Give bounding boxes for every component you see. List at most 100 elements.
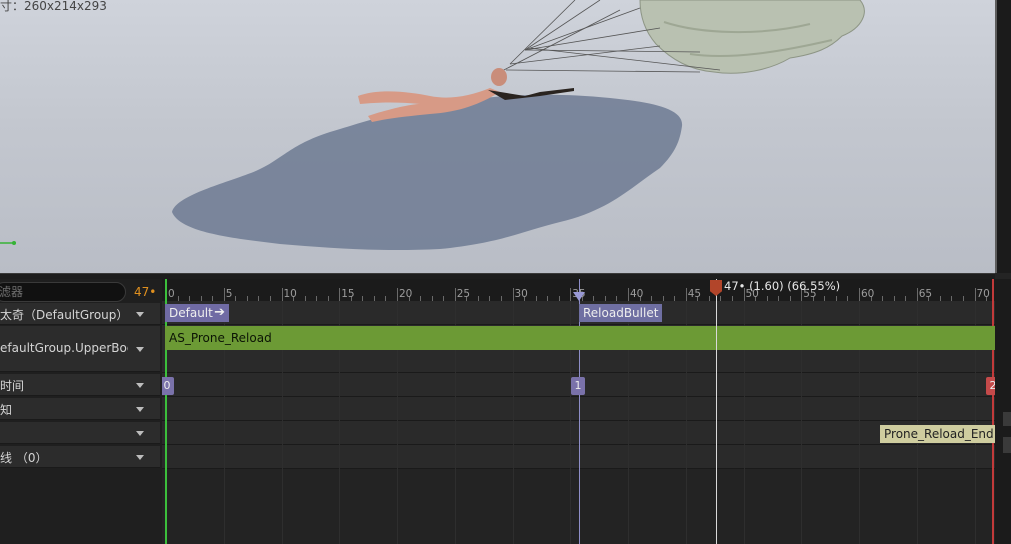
ruler-tick bbox=[628, 288, 629, 301]
ruler-tick-label: 70 bbox=[976, 288, 990, 300]
ruler-tick bbox=[431, 296, 433, 301]
ruler-tick bbox=[362, 296, 364, 301]
timeline-area[interactable]: 0510152025303540455055606570 Default ➔ R… bbox=[162, 279, 995, 544]
track-label: 时间 bbox=[0, 379, 25, 393]
ruler-tick bbox=[778, 296, 780, 301]
ruler-tick-label: 40 bbox=[630, 288, 644, 300]
chevron-down-icon[interactable] bbox=[136, 407, 144, 412]
track-label: 太奇（DefaultGroup） bbox=[0, 308, 128, 322]
track-label: efaultGroup.UpperBody bbox=[0, 341, 128, 355]
chevron-down-icon[interactable] bbox=[136, 312, 144, 317]
ruler-tick bbox=[327, 296, 329, 301]
ruler-tick bbox=[316, 296, 318, 301]
ruler-tick bbox=[708, 296, 710, 301]
ruler-tick bbox=[674, 296, 676, 301]
ruler-tick bbox=[939, 296, 941, 301]
preview-viewport[interactable]: 寸：260x214x293 bbox=[0, 0, 995, 273]
track-row-slot[interactable]: efaultGroup.UpperBody bbox=[0, 326, 160, 372]
chevron-down-icon[interactable] bbox=[136, 431, 144, 436]
ruler-tick bbox=[882, 296, 884, 301]
ruler-tick bbox=[847, 296, 849, 301]
scene-render bbox=[0, 0, 865, 251]
ruler-tick bbox=[246, 296, 248, 301]
ruler-tick bbox=[685, 288, 687, 301]
ruler-tick bbox=[766, 296, 768, 301]
ruler-tick-label: 60 bbox=[861, 288, 875, 300]
ruler-tick bbox=[824, 296, 826, 301]
end-marker bbox=[992, 279, 994, 544]
ruler-tick bbox=[835, 296, 837, 301]
track-row-montage[interactable]: 太奇（DefaultGroup） bbox=[0, 303, 160, 325]
track-label: 知 bbox=[0, 403, 13, 417]
ruler-tick bbox=[974, 288, 976, 301]
ruler-tick-label: 5 bbox=[225, 288, 233, 300]
chevron-down-icon[interactable] bbox=[136, 455, 144, 460]
section-marker-2[interactable]: 2 bbox=[986, 377, 995, 395]
ruler-tick bbox=[893, 296, 895, 301]
ruler-tick bbox=[951, 296, 953, 301]
ruler-tick bbox=[420, 296, 422, 301]
track-row-curves[interactable]: 线 （0） bbox=[0, 446, 160, 468]
viewport-right-border bbox=[995, 0, 1011, 273]
ruler-tick bbox=[489, 296, 491, 301]
section-marker-0[interactable]: 0 bbox=[162, 377, 174, 395]
track-row-timing[interactable]: 时间 bbox=[0, 374, 160, 396]
ruler-tick bbox=[212, 296, 214, 301]
section-label: Default bbox=[169, 306, 213, 320]
notify-chip-prone-reload-end[interactable]: Prone_Reload_End bbox=[880, 425, 995, 443]
notify-chip-reloadbullet[interactable]: ReloadBullet bbox=[579, 304, 663, 322]
track-row-notifies[interactable]: 知 bbox=[0, 398, 160, 420]
ruler-tick bbox=[454, 288, 456, 301]
viewport-dimensions-text: 寸：260x214x293 bbox=[0, 0, 107, 13]
ruler-tick bbox=[200, 296, 202, 301]
parachute-shadow bbox=[172, 94, 683, 251]
section-marker-1[interactable]: 1 bbox=[571, 377, 585, 395]
ruler-tick bbox=[512, 288, 514, 301]
ruler-tick bbox=[720, 296, 722, 301]
ruler-tick bbox=[477, 296, 479, 301]
ruler-tick bbox=[281, 288, 283, 301]
track-label: 线 （0） bbox=[0, 451, 48, 465]
track-row-unnamed[interactable] bbox=[0, 422, 160, 444]
notify-marker-icon[interactable] bbox=[573, 292, 585, 301]
montage-timeline-panel: 滤器 47• 太奇（DefaultGroup） efaultGroup.Uppe… bbox=[0, 273, 1011, 544]
ruler-tick bbox=[177, 296, 179, 301]
ruler-tick bbox=[385, 296, 387, 301]
ruler-tick bbox=[269, 296, 271, 301]
scrollbar-thumb[interactable] bbox=[1003, 437, 1011, 453]
chevron-down-icon[interactable] bbox=[136, 383, 144, 388]
ruler-tick bbox=[570, 288, 572, 301]
ruler-tick-label: 25 bbox=[456, 288, 471, 300]
ruler-tick bbox=[397, 288, 398, 301]
ruler-tick bbox=[235, 296, 237, 301]
ruler-tick bbox=[339, 288, 341, 301]
ruler-tick bbox=[189, 296, 191, 301]
ruler-tick bbox=[789, 296, 791, 301]
ruler-tick-label: 45 bbox=[687, 288, 702, 300]
ruler-tick bbox=[304, 296, 306, 301]
ruler-tick bbox=[500, 296, 502, 301]
ruler-tick bbox=[859, 288, 860, 301]
track-list: 滤器 47• 太奇（DefaultGroup） efaultGroup.Uppe… bbox=[0, 279, 162, 544]
ruler-tick bbox=[616, 296, 618, 301]
section-default-chip[interactable]: Default ➔ bbox=[165, 304, 229, 322]
anim-segment-bar[interactable]: AS_Prone_Reload bbox=[165, 326, 995, 350]
scrollbar-thumb[interactable] bbox=[1003, 412, 1011, 426]
filter-search-input[interactable]: 滤器 bbox=[0, 282, 126, 302]
current-frame-input[interactable]: 47• bbox=[134, 282, 156, 302]
parachute-canopy bbox=[639, 0, 865, 74]
ruler-tick-label: 0 bbox=[168, 288, 175, 300]
ruler-tick bbox=[558, 296, 560, 301]
ruler-tick-label: 10 bbox=[283, 288, 297, 300]
right-scroll-strip bbox=[995, 279, 1011, 544]
ruler-tick bbox=[905, 296, 907, 301]
chevron-down-icon[interactable] bbox=[136, 347, 144, 352]
ruler-tick-label: 20 bbox=[399, 288, 413, 300]
ruler-tick bbox=[535, 296, 537, 301]
ruler-tick bbox=[258, 296, 260, 301]
ruler-tick-label: 15 bbox=[341, 288, 355, 300]
ruler-tick bbox=[651, 296, 653, 301]
playhead-readout: 47• (1.60) (66.55%) bbox=[724, 279, 841, 293]
ruler-tick-label: 30 bbox=[514, 288, 528, 300]
ruler-tick bbox=[547, 296, 549, 301]
